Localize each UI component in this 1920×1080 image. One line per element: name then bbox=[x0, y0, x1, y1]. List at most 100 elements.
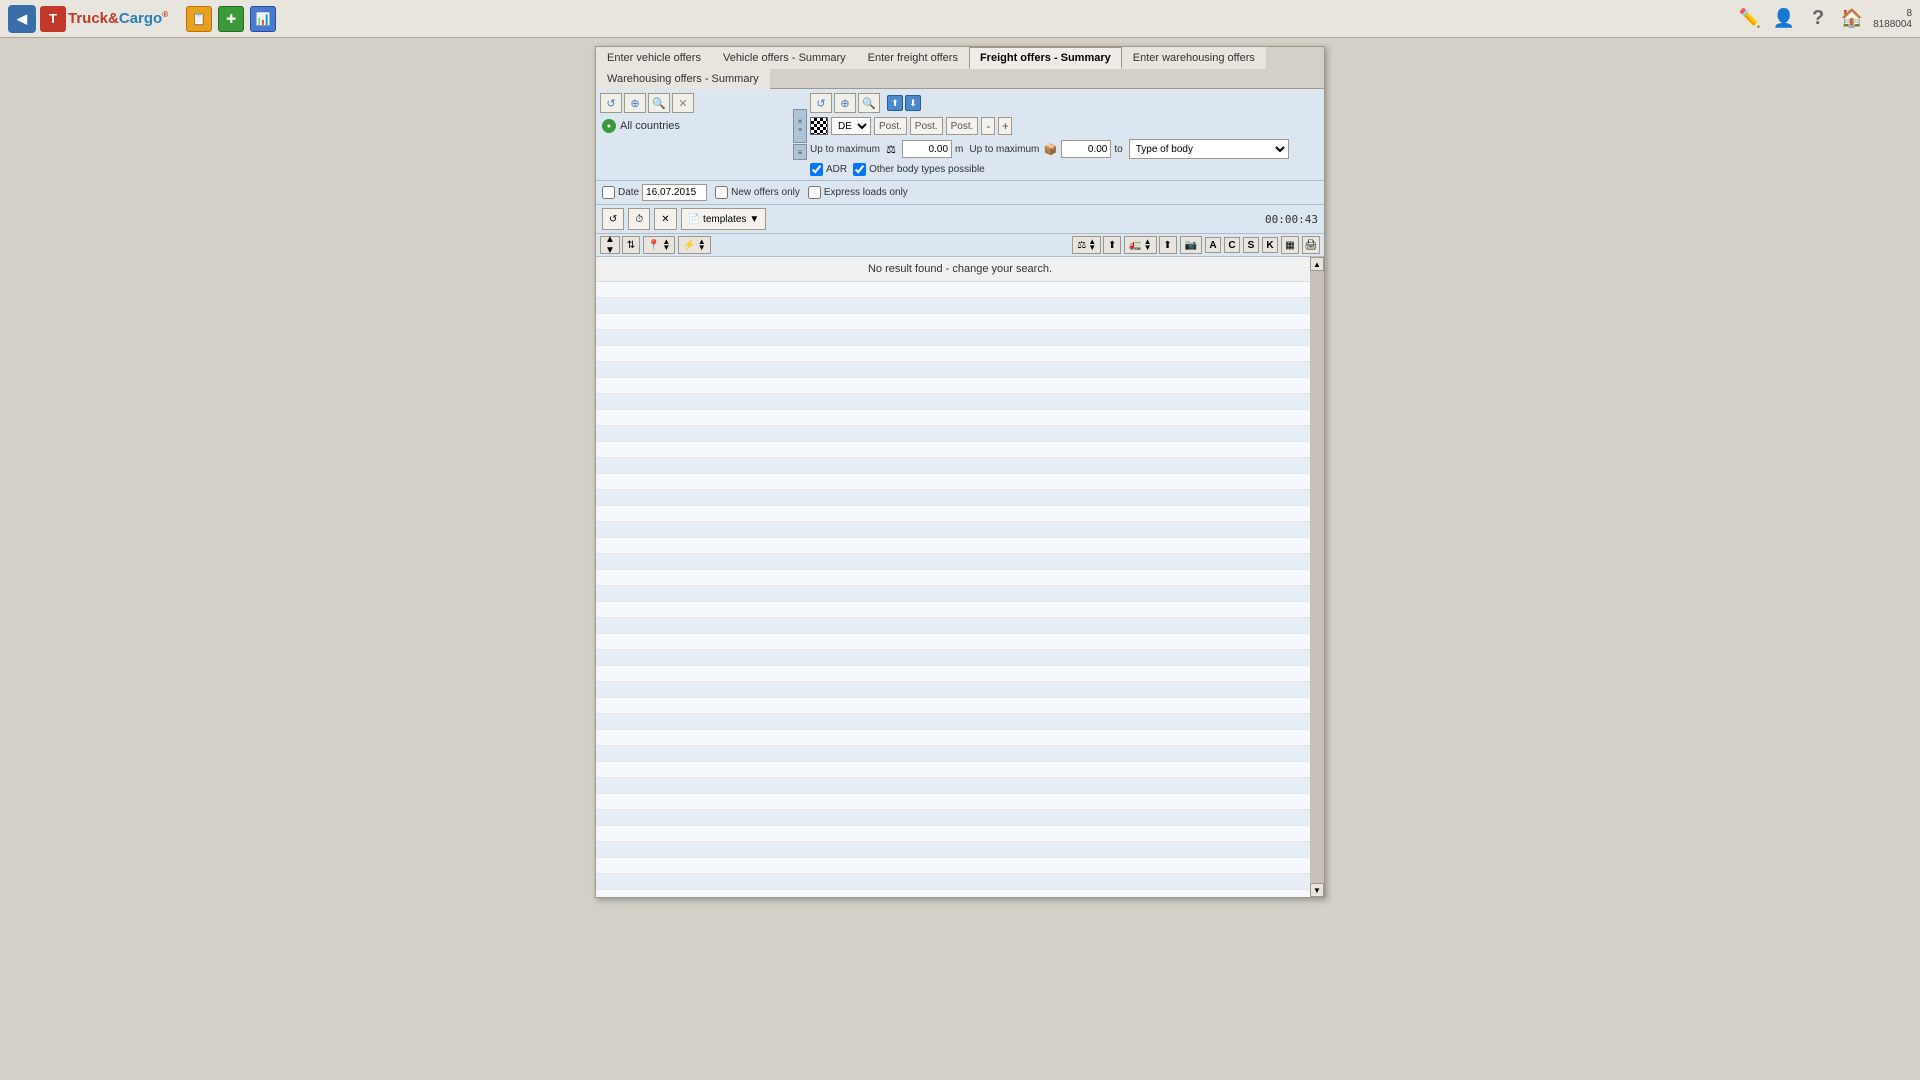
table-row bbox=[596, 474, 1324, 490]
collapse-btn[interactable]: ✕ ≡ bbox=[793, 109, 807, 143]
expand-btn[interactable]: ≡ bbox=[793, 144, 807, 160]
refresh-btn[interactable]: ↺ bbox=[602, 208, 624, 230]
country-label: All countries bbox=[620, 120, 680, 132]
date-checkbox[interactable] bbox=[602, 186, 615, 199]
table-row bbox=[596, 602, 1324, 618]
filter-icons-right: ↺ ⊕ 🔍 bbox=[810, 93, 880, 113]
toolbar-icon-2[interactable]: ✚ bbox=[218, 6, 244, 32]
user-icon[interactable]: 👤 bbox=[1771, 6, 1797, 32]
tab-enter-warehousing-offers[interactable]: Enter warehousing offers bbox=[1122, 47, 1266, 69]
clock-btn[interactable]: ⏱ bbox=[628, 208, 650, 230]
edit-icon[interactable]: ✏️ bbox=[1737, 6, 1763, 32]
clear-search-btn[interactable]: ✕ bbox=[654, 208, 676, 230]
weight-col-icon: ⚖ bbox=[1077, 240, 1086, 251]
max-label-2: Up to maximum bbox=[969, 144, 1039, 155]
tab-enter-freight-offers[interactable]: Enter freight offers bbox=[857, 47, 969, 69]
scroll-up-arrow[interactable]: ▲ bbox=[1310, 257, 1324, 271]
table-row bbox=[596, 458, 1324, 474]
country-select[interactable]: DE AT PL bbox=[831, 117, 871, 135]
col-grid-icon[interactable]: ▦ bbox=[1281, 236, 1299, 254]
type-of-body-select[interactable]: Type of body bbox=[1129, 139, 1289, 159]
filter-panel-top: ↺ ⊕ 🔍 ✕ ● All countries bbox=[596, 89, 1324, 181]
col-icon-1[interactable]: ⇅ bbox=[622, 236, 640, 254]
other-body-checkbox[interactable] bbox=[853, 163, 866, 176]
new-offers-checkbox[interactable] bbox=[715, 186, 728, 199]
filter-row-2: Date New offers only Express loads only bbox=[596, 181, 1324, 205]
col-print-icon[interactable]: 🖨 bbox=[1302, 236, 1320, 254]
post-btn-3[interactable]: Post. bbox=[946, 117, 979, 135]
col-letter-a[interactable]: A bbox=[1205, 237, 1221, 253]
col-letter-k[interactable]: K bbox=[1262, 237, 1278, 253]
table-row bbox=[596, 314, 1324, 330]
home-icon[interactable]: 🏠 bbox=[1839, 6, 1865, 32]
scroll-track[interactable] bbox=[1310, 271, 1324, 883]
add-left-btn[interactable]: ⊕ bbox=[624, 93, 646, 113]
sort-icon-2: 📍 bbox=[648, 240, 660, 251]
filter-icons-left: ↺ ⊕ 🔍 ✕ bbox=[600, 93, 694, 113]
truck-col-icon: 🚛 bbox=[1129, 240, 1141, 251]
express-loads-checkbox[interactable] bbox=[808, 186, 821, 199]
plus-btn[interactable]: + bbox=[998, 117, 1012, 135]
col-sort-3[interactable]: ⚡ ▲▼ bbox=[678, 236, 710, 254]
table-row bbox=[596, 442, 1324, 458]
toolbar-icon-3[interactable]: 📊 bbox=[250, 6, 276, 32]
adr-checkbox-row: ADR Other body types possible bbox=[810, 163, 1320, 176]
col-sort-1[interactable]: ▲▼ bbox=[600, 236, 620, 254]
tab-freight-offers-summary[interactable]: Freight offers - Summary bbox=[969, 47, 1122, 69]
tab-vehicle-offers-summary[interactable]: Vehicle offers - Summary bbox=[712, 47, 857, 69]
table-row bbox=[596, 298, 1324, 314]
adr-checkbox[interactable] bbox=[810, 163, 823, 176]
tab-enter-vehicle-offers[interactable]: Enter vehicle offers bbox=[596, 47, 712, 69]
minus-btn[interactable]: - bbox=[981, 117, 995, 135]
col-sort-weight[interactable]: ⚖ ▲▼ bbox=[1072, 236, 1101, 254]
app-back-icon[interactable]: ◀ bbox=[8, 5, 36, 33]
table-row bbox=[596, 810, 1324, 826]
search-right-btn[interactable]: 🔍 bbox=[858, 93, 880, 113]
tab-warehousing-offers-summary[interactable]: Warehousing offers - Summary bbox=[596, 68, 770, 89]
col-group-weight: ⚖ ▲▼ ⬆ bbox=[1072, 236, 1121, 254]
col-sort-2[interactable]: 📍 ▲▼ bbox=[643, 236, 675, 254]
col-letter-c[interactable]: C bbox=[1224, 237, 1240, 253]
search-left-btn[interactable]: 🔍 bbox=[648, 93, 670, 113]
sort-arrows-2: ▲▼ bbox=[662, 239, 670, 252]
table-row bbox=[596, 778, 1324, 794]
refresh-left-btn[interactable]: ↺ bbox=[600, 93, 622, 113]
type-of-body-group: Type of body bbox=[1129, 139, 1289, 159]
col-group-2: 📍 ▲▼ bbox=[643, 236, 675, 254]
col-group-3: ⚡ ▲▼ bbox=[678, 236, 710, 254]
refresh-right-btn[interactable]: ↺ bbox=[810, 93, 832, 113]
clear-left-btn[interactable]: ✕ bbox=[672, 93, 694, 113]
max-volume-input[interactable] bbox=[1061, 140, 1111, 158]
templates-btn[interactable]: 📄 templates ▼ bbox=[681, 208, 767, 230]
adr-label: ADR bbox=[826, 164, 847, 175]
col-sort-camera[interactable]: 📷 bbox=[1180, 236, 1202, 254]
table-row bbox=[596, 650, 1324, 666]
col-letter-s[interactable]: S bbox=[1243, 237, 1259, 253]
filter-right-block: ↺ ⊕ 🔍 ⬆ ⬇ bbox=[810, 93, 1320, 176]
logo-area: ◀ T Truck&Cargo® bbox=[8, 5, 168, 33]
post-btn-2[interactable]: Post. bbox=[910, 117, 943, 135]
export-in-icon[interactable]: ⬆ bbox=[887, 95, 903, 111]
toolbar-icon-1[interactable]: 📋 bbox=[186, 6, 212, 32]
vertical-scrollbar[interactable]: ▲ ▼ bbox=[1310, 257, 1324, 897]
table-row bbox=[596, 682, 1324, 698]
top-bar: ◀ T Truck&Cargo® 📋 ✚ 📊 ✏️ 👤 ? 🏠 8 818800… bbox=[0, 0, 1920, 38]
clock-icon: ⏱ bbox=[635, 214, 643, 225]
col-group-truck: 🚛 ▲▼ ⬆ bbox=[1124, 236, 1176, 254]
date-input[interactable] bbox=[642, 184, 707, 201]
col-icon-truck-extra[interactable]: ⬆ bbox=[1159, 236, 1177, 254]
add-right-btn[interactable]: ⊕ bbox=[834, 93, 856, 113]
scroll-down-arrow[interactable]: ▼ bbox=[1310, 883, 1324, 897]
user-count: 8 bbox=[1906, 8, 1912, 19]
table-row bbox=[596, 890, 1324, 897]
table-row bbox=[596, 570, 1324, 586]
help-icon[interactable]: ? bbox=[1805, 6, 1831, 32]
post-btn-1[interactable]: Post. bbox=[874, 117, 907, 135]
table-row bbox=[596, 746, 1324, 762]
table-row bbox=[596, 554, 1324, 570]
col-sort-truck[interactable]: 🚛 ▲▼ bbox=[1124, 236, 1156, 254]
col-icon-weight-extra[interactable]: ⬆ bbox=[1103, 236, 1121, 254]
max-weight-input[interactable] bbox=[902, 140, 952, 158]
export-out-icon[interactable]: ⬇ bbox=[905, 95, 921, 111]
weight-icon: ⚖ bbox=[883, 141, 899, 157]
